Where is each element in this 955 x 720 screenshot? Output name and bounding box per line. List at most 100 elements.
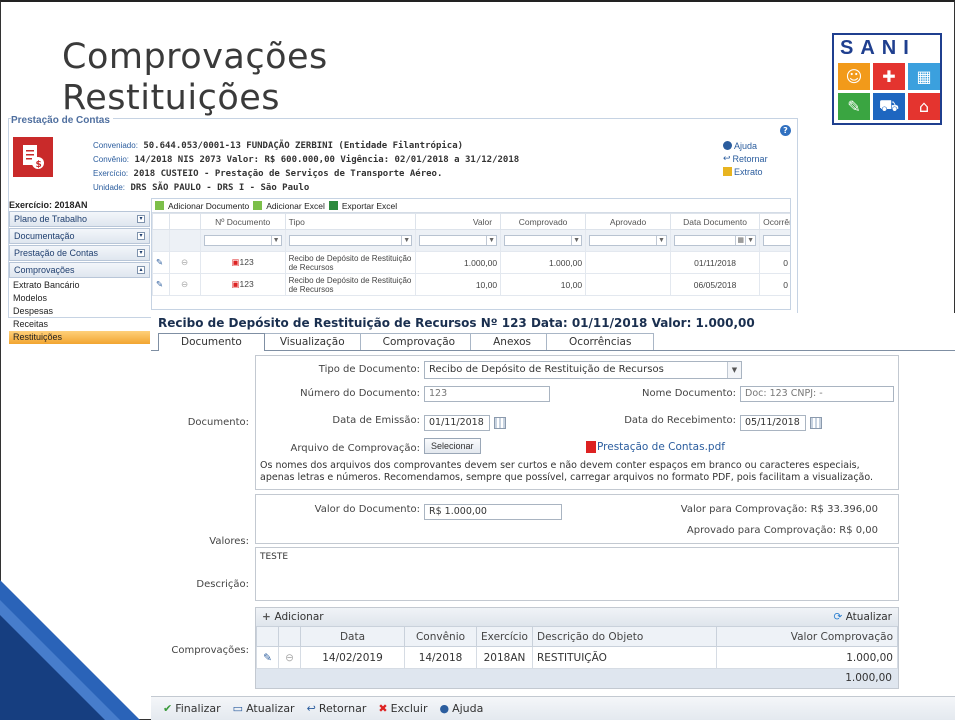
tab-anexos[interactable]: Anexos (470, 333, 555, 351)
col-descricao[interactable]: Descrição do Objeto (532, 626, 717, 647)
extrato-link[interactable]: Extrato (723, 165, 768, 178)
filter-icon[interactable]: ▼ (656, 236, 666, 245)
valor-doc-field[interactable]: R$ 1.000,00 (424, 504, 562, 520)
filter-data[interactable]: ▦ ▼ (674, 235, 757, 246)
calendar-icon[interactable] (810, 417, 822, 429)
atualizar-button[interactable]: ▭ Atualizar (233, 702, 295, 715)
convenio-value: 14/2018 NIS 2073 Valor: R$ 600.000,00 Vi… (134, 155, 520, 165)
sidebar-group-documentacao[interactable]: Documentação ▾ (9, 228, 150, 244)
slide-decoration (0, 580, 140, 720)
ajuda-button[interactable]: ● Ajuda (439, 702, 483, 715)
return-icon: ↩ (306, 702, 316, 715)
pdf-icon[interactable]: ▣ (232, 279, 240, 289)
filter-icon[interactable]: ▼ (270, 236, 281, 245)
valor-comprovacao: Valor para Comprovação: R$ 33.396,00 (680, 504, 878, 515)
help-icon[interactable]: ? (780, 125, 791, 136)
documents-grid: Adicionar Documento Adicionar Excel Expo… (151, 198, 791, 310)
calendar-icon[interactable]: ▦ (735, 236, 745, 245)
pdf-icon (586, 441, 596, 453)
emissao-field[interactable]: 01/11/2018 (424, 415, 490, 431)
table-row[interactable]: ✎ ⊖ ▣123 Recibo de Depósito de Restituiç… (152, 251, 790, 274)
help-icon (723, 141, 732, 150)
calendar-icon[interactable] (494, 417, 506, 429)
col-valor[interactable]: Valor Comprovação (716, 626, 898, 647)
numero-field[interactable]: 123 (424, 386, 550, 402)
add-excel-icon (253, 201, 263, 210)
filter-valor[interactable]: ▼ (419, 235, 498, 246)
retornar-button[interactable]: ↩ Retornar (307, 702, 367, 715)
filter-ocorrencias[interactable]: ▼ (763, 235, 790, 246)
conveniado-line: Conveniado: 50.644.053/0001-13 FUNDAÇÃO … (93, 141, 464, 151)
descricao-textarea[interactable]: TESTE (255, 547, 899, 601)
filter-tipo[interactable]: ▼ (288, 235, 413, 246)
retornar-link[interactable]: ↩ Retornar (723, 152, 768, 165)
slide-title-line1: Comprovações (62, 37, 328, 77)
sidebar-exercicio: Exercício: 2018AN (9, 200, 88, 210)
grid-toolbar: Adicionar Documento Adicionar Excel Expo… (152, 199, 790, 213)
filter-icon[interactable]: ▼ (401, 236, 411, 245)
excluir-button[interactable]: ✖ Excluir (378, 702, 427, 715)
col-comprovado[interactable]: Comprovado (500, 213, 587, 230)
tab-comprovacao[interactable]: Comprovação (359, 333, 479, 351)
finalizar-button[interactable]: ✔ Finalizar (163, 702, 221, 715)
remove-icon[interactable]: ⊖ (168, 273, 201, 296)
nome-field[interactable]: Doc: 123 CNPJ: - (740, 386, 894, 402)
pdf-icon[interactable]: ▣ (232, 257, 240, 267)
col-data[interactable]: Data (300, 626, 405, 647)
sidebar-item-receitas[interactable]: Receitas (9, 318, 150, 331)
sidebar-group-prestacao[interactable]: Prestação de Contas ▾ (9, 245, 150, 261)
section-label-documento: Documento: (187, 417, 249, 428)
col-data[interactable]: Data Documento (670, 213, 761, 230)
col-aprovado[interactable]: Aprovado (585, 213, 672, 230)
add-document-button[interactable]: Adicionar Documento (168, 201, 249, 211)
filter-numero[interactable]: ▼ (203, 235, 282, 246)
refresh-icon: ⟳ (833, 611, 846, 623)
aprovado-comprovacao: Aprovado para Comprovação: R$ 0,00 (686, 525, 878, 536)
atualizar-button[interactable]: ⟳ Atualizar (834, 611, 892, 623)
sidebar-group-comprovacoes[interactable]: Comprovações ▴ (9, 262, 150, 278)
tab-visualizacao[interactable]: Visualização (256, 333, 368, 351)
sidebar-item-despesas[interactable]: Despesas (9, 305, 150, 318)
filter-icon[interactable]: ▼ (486, 236, 496, 245)
edit-icon[interactable]: ✎ (152, 273, 170, 296)
filter-comprovado[interactable]: ▼ (504, 235, 583, 246)
pdf-link[interactable]: Prestação de Contas.pdf (586, 441, 725, 453)
selecionar-button[interactable]: Selecionar (424, 438, 481, 454)
detail-panel: Recibo de Depósito de Restituição de Rec… (151, 313, 955, 720)
adicionar-button[interactable]: + Adicionar (262, 611, 324, 623)
col-valor[interactable]: Valor (415, 213, 502, 230)
sidebar-item-modelos[interactable]: Modelos (9, 292, 150, 305)
col-convenio[interactable]: Convênio (404, 626, 477, 647)
edit-icon[interactable]: ✎ (256, 646, 279, 669)
col-exercicio[interactable]: Exercício (476, 626, 533, 647)
add-excel-button[interactable]: Adicionar Excel (266, 201, 325, 211)
sidebar-item-restituicoes[interactable]: Restituições (9, 331, 150, 344)
sani-logo: SANI ☺ ✚ ▦ ✎ ⛟ ⌂ (832, 33, 942, 125)
sidebar-group-plano[interactable]: Plano de Trabalho ▾ (9, 211, 150, 227)
col-tipo[interactable]: Tipo (284, 213, 417, 230)
valor-doc-label: Valor do Documento: (314, 504, 420, 515)
filter-icon[interactable]: ▼ (745, 236, 755, 245)
sidebar-item-extrato[interactable]: Extrato Bancário (9, 279, 150, 292)
filter-aprovado[interactable]: ▼ (589, 235, 668, 246)
remove-icon[interactable]: ⊖ (168, 251, 201, 274)
tab-documento[interactable]: Documento (158, 333, 265, 351)
ajuda-link[interactable]: Ajuda (723, 139, 768, 152)
table-row[interactable]: ✎ ⊖ 14/02/2019 14/2018 2018AN RESTITUIÇÃ… (256, 646, 898, 669)
remove-icon[interactable]: ⊖ (278, 646, 301, 669)
col-ocorrencias[interactable]: Ocorrênci (759, 213, 790, 230)
edit-icon[interactable]: ✎ (152, 251, 170, 274)
tab-ocorrencias[interactable]: Ocorrências (546, 333, 655, 351)
table-row[interactable]: ✎ ⊖ ▣123 Recibo de Depósito de Restituiç… (152, 273, 790, 296)
extract-icon (723, 167, 732, 176)
filter-icon[interactable]: ▼ (571, 236, 581, 245)
col-numero[interactable]: Nº Documento (199, 213, 286, 230)
comprovacoes-table: Data Convênio Exercício Descrição do Obj… (256, 626, 898, 669)
tipo-select[interactable]: Recibo de Depósito de Restituição de Rec… (424, 361, 742, 379)
sidebar: Exercício: 2018AN Plano de Trabalho ▾ Doc… (9, 200, 150, 344)
exercicio-value: 2018 CUSTEIO - Prestação de Serviços de … (133, 169, 443, 179)
tipo-label: Tipo de Documento: (318, 364, 420, 375)
recebimento-field[interactable]: 05/11/2018 (740, 415, 806, 431)
export-excel-button[interactable]: Exportar Excel (342, 201, 397, 211)
emissao-label: Data de Emissão: (332, 415, 420, 426)
